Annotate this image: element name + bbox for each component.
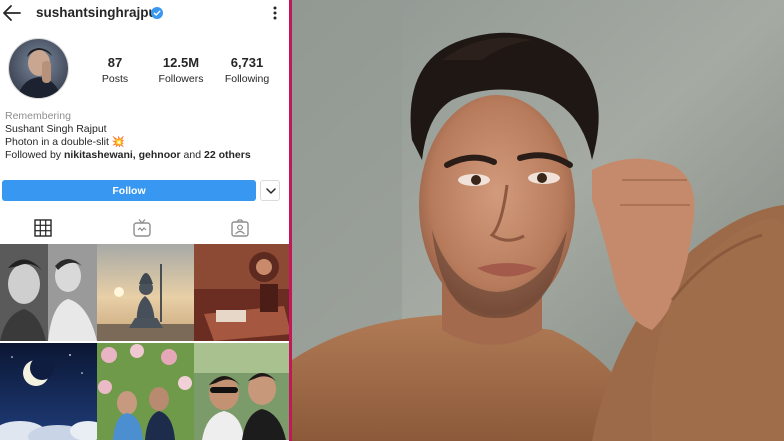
profile-bio: Remembering Sushant Singh Rajput Photon … — [5, 110, 251, 162]
collision-emoji: 💥 — [111, 136, 125, 148]
post-thumbnail[interactable] — [0, 244, 97, 341]
suggested-accounts-button[interactable] — [260, 180, 280, 201]
bio-text: Photon in a double-slit — [5, 136, 109, 148]
following-count[interactable]: 6,731 Following — [212, 55, 282, 85]
more-options-icon[interactable] — [269, 5, 281, 21]
chevron-down-icon — [266, 188, 276, 194]
following-count-label: Following — [224, 73, 270, 85]
profile-header-bar: sushantsinghrajput — [0, 0, 290, 28]
follow-button[interactable]: Follow — [2, 180, 256, 201]
followed-by-mid: and — [180, 149, 204, 161]
bio-text-line: Photon in a double-slit 💥 — [5, 136, 251, 149]
post-thumbnail[interactable] — [0, 343, 97, 440]
profile-tabs — [0, 212, 290, 242]
post-thumbnail[interactable] — [97, 343, 194, 440]
remembering-label: Remembering — [5, 110, 71, 122]
followed-by-line[interactable]: Followed by nikitashewani, gehnoor and 2… — [5, 149, 251, 162]
verified-badge-icon — [151, 7, 163, 19]
followers-count-value: 12.5M — [162, 55, 200, 70]
followers-count[interactable]: 12.5M Followers — [146, 55, 216, 85]
back-arrow-icon[interactable] — [2, 4, 22, 22]
tagged-icon[interactable] — [230, 218, 250, 238]
grid-icon[interactable] — [33, 218, 53, 238]
posts-count-value: 87 — [107, 55, 123, 70]
followers-count-label: Followers — [158, 73, 204, 85]
post-thumbnail[interactable] — [194, 244, 290, 341]
followed-by-names[interactable]: nikitashewani, gehnoor — [64, 149, 181, 161]
profile-username: sushantsinghrajput — [36, 5, 162, 20]
post-thumbnail[interactable] — [194, 343, 290, 440]
followed-by-prefix: Followed by — [5, 149, 64, 161]
posts-grid — [0, 244, 290, 441]
posts-count[interactable]: 87 Posts — [80, 55, 150, 85]
post-thumbnail[interactable] — [97, 244, 194, 341]
following-count-value: 6,731 — [230, 55, 264, 70]
instagram-profile-panel: sushantsinghrajput 87 Posts 12.5M Follow… — [0, 0, 290, 441]
profile-full-name: Sushant Singh Rajput — [5, 123, 107, 135]
posts-count-label: Posts — [101, 73, 129, 85]
followed-by-count[interactable]: 22 others — [204, 149, 251, 161]
profile-avatar[interactable] — [8, 38, 69, 99]
portrait-photo — [292, 0, 784, 441]
igtv-icon[interactable] — [132, 218, 152, 238]
